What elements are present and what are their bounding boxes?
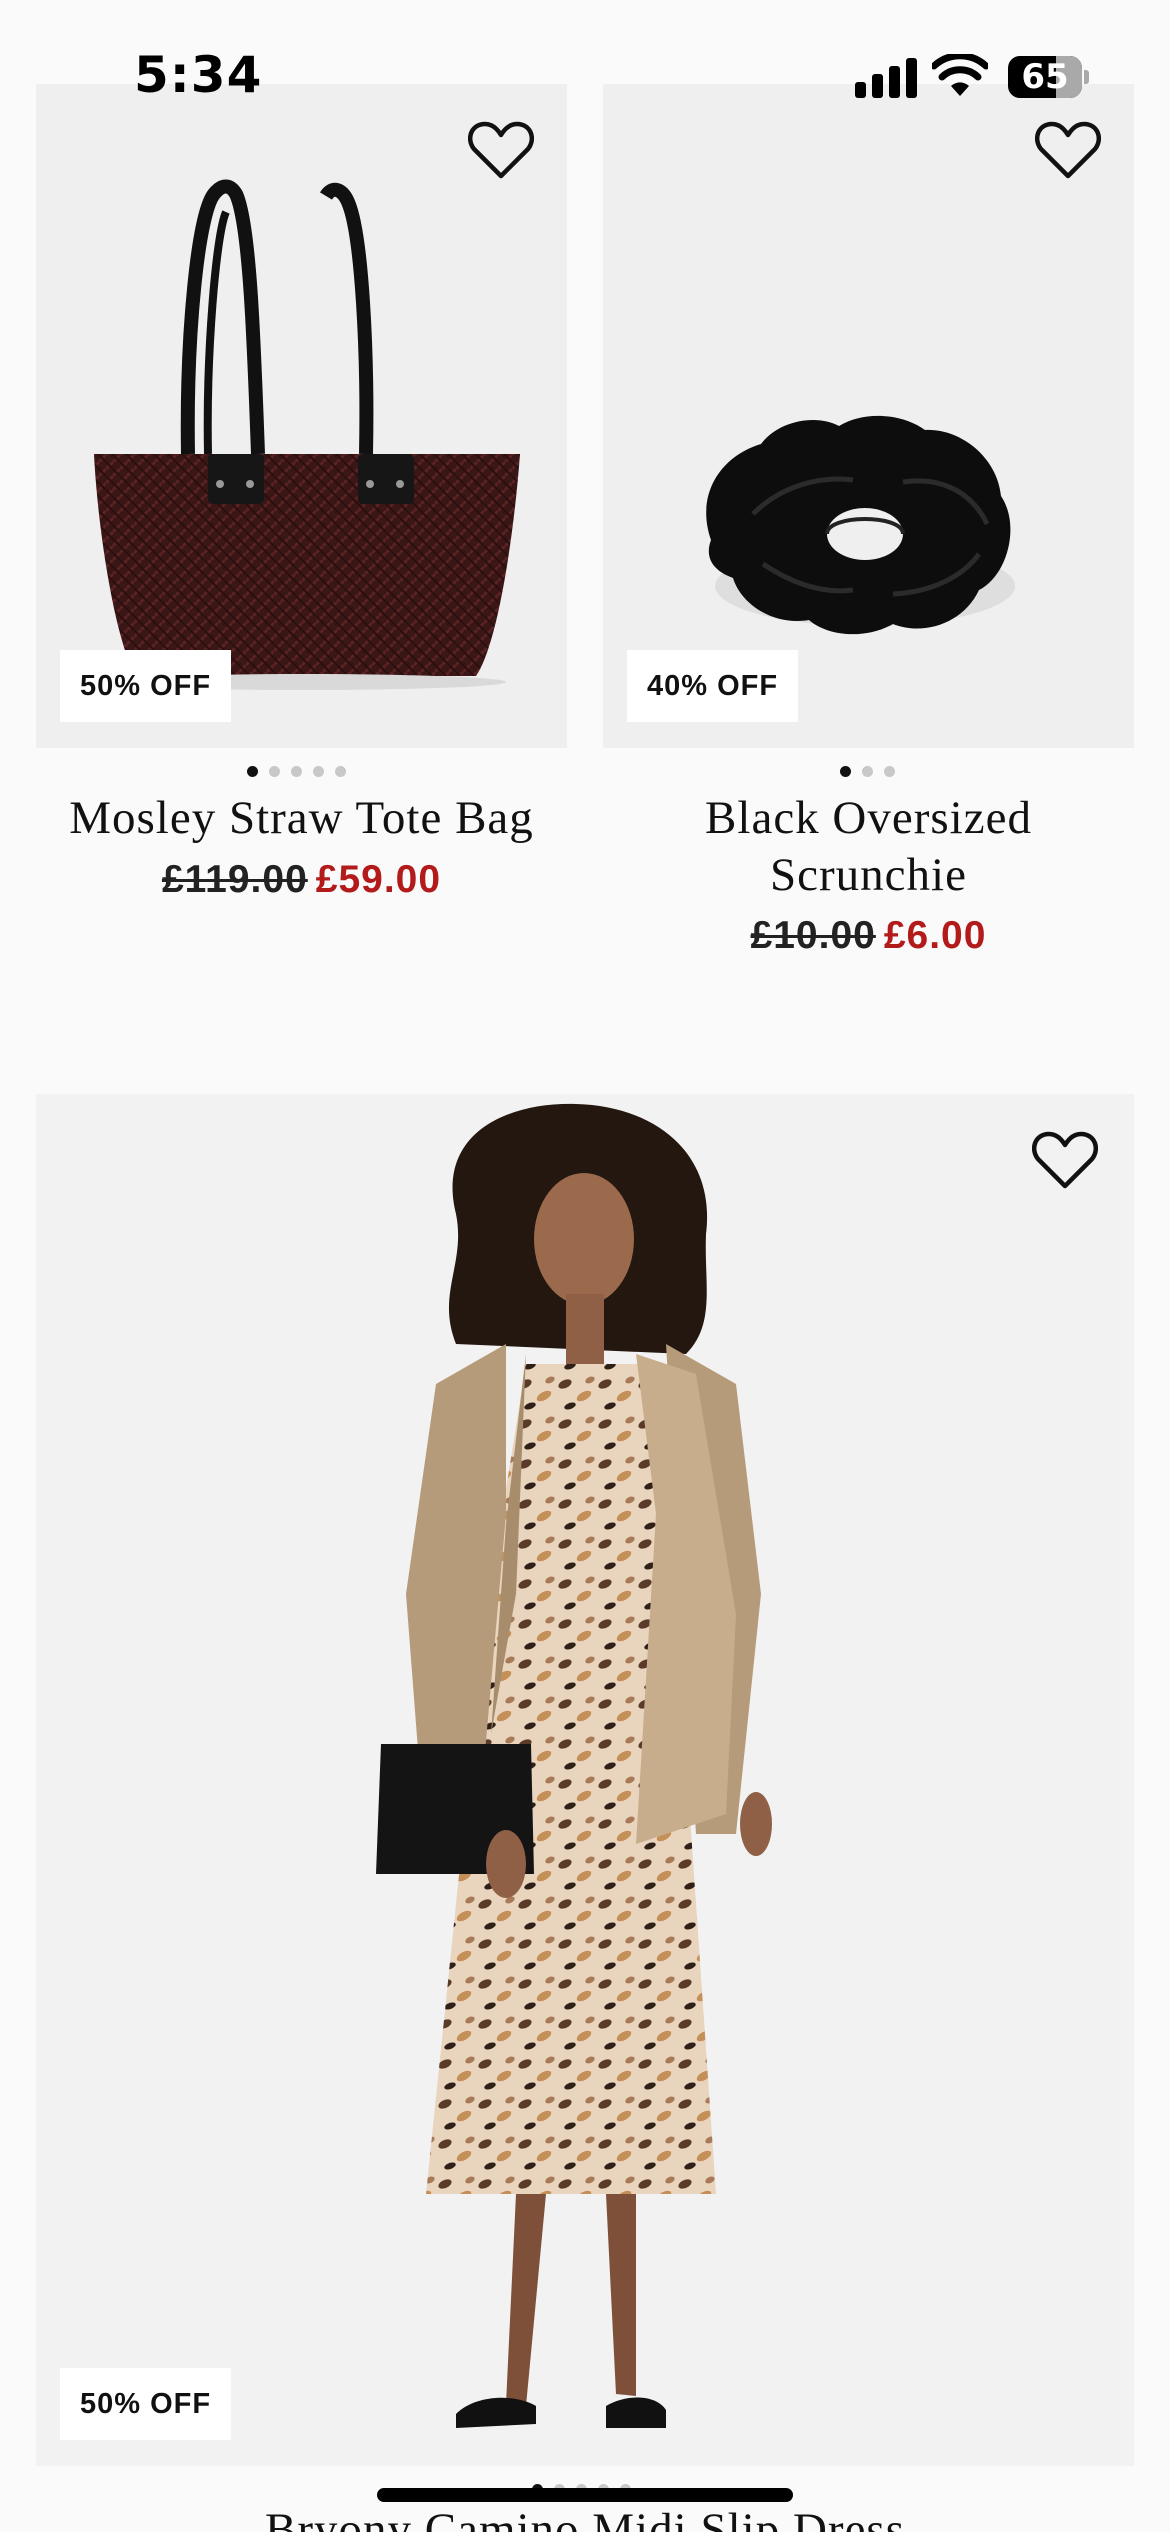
product-name[interactable]: Black Oversized Scrunchie (603, 790, 1134, 904)
image-carousel-dots[interactable] (247, 766, 346, 777)
product-name-line: Scrunchie (770, 849, 967, 901)
discount-badge: 40% OFF (627, 650, 799, 722)
home-indicator[interactable] (377, 2488, 793, 2502)
product-name[interactable]: Bryony Camino Midi Slip Dress (36, 2502, 1134, 2532)
product-image[interactable]: 50% OFF (36, 1094, 1134, 2466)
sale-price: £6.00 (883, 914, 987, 957)
product-image[interactable]: 40% OFF (603, 84, 1134, 748)
sale-price: £59.00 (315, 858, 442, 901)
discount-badge: 50% OFF (60, 650, 232, 722)
product-card-scrunchie[interactable]: 40% OFF Black Oversized Scrunchie £10.00… (585, 0, 1170, 1000)
scrunchie-image (706, 415, 1015, 635)
product-price: £119.00 £59.00 (36, 858, 567, 902)
image-carousel-dots[interactable] (840, 766, 895, 777)
original-price: £10.00 (750, 914, 876, 957)
favourite-heart-icon[interactable] (1032, 1130, 1098, 1190)
model-dress-image (376, 1103, 772, 2428)
product-name-line: Black Oversized (705, 792, 1032, 844)
favourite-heart-icon[interactable] (468, 120, 534, 180)
original-price: £119.00 (161, 858, 308, 901)
favourite-heart-icon[interactable] (1035, 120, 1101, 180)
product-name[interactable]: Mosley Straw Tote Bag (36, 790, 567, 847)
discount-badge: 50% OFF (60, 2368, 232, 2440)
product-card-tote-bag[interactable]: 50% OFF Mosley Straw Tote Bag £119.00 £59… (0, 0, 585, 1000)
tote-bag-image (94, 179, 520, 690)
product-image[interactable]: 50% OFF (36, 84, 567, 748)
product-card-slip-dress[interactable]: 50% OFF Bryony Camino Midi Slip Dress (0, 1090, 1170, 2532)
product-price: £10.00 £6.00 (603, 914, 1134, 958)
